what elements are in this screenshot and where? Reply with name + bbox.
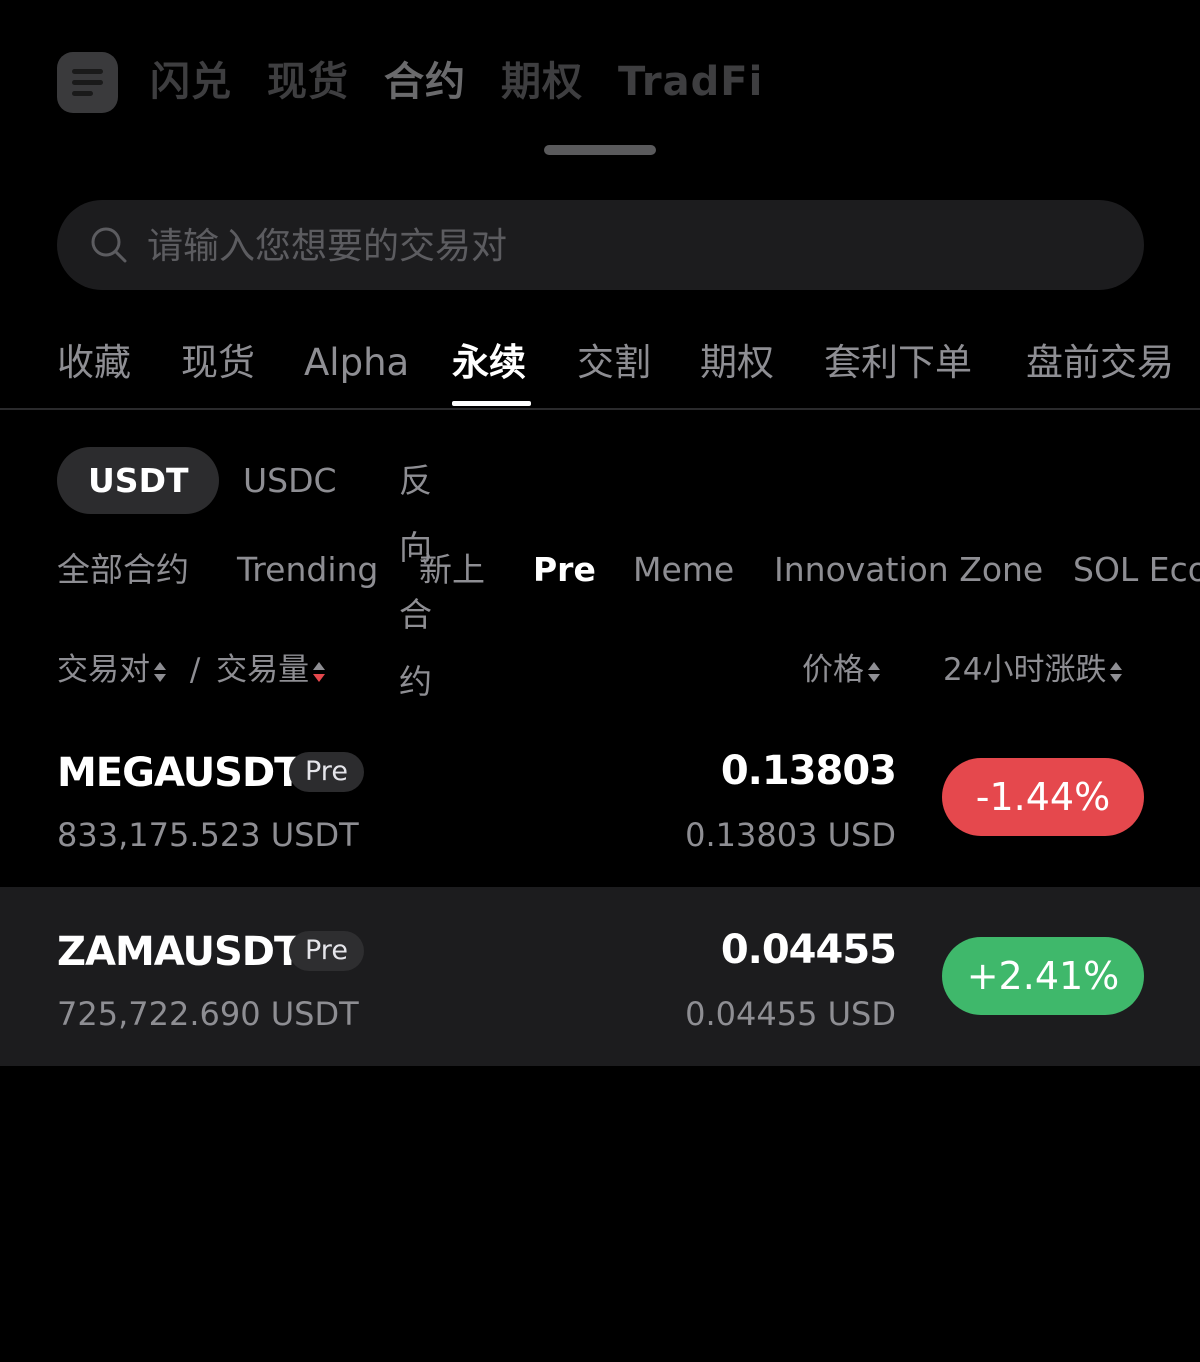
sort-icon[interactable] <box>1110 659 1123 685</box>
row-price-usd: 0.13803 USD <box>685 816 896 854</box>
change-badge[interactable]: +2.41% <box>942 937 1144 1015</box>
top-tab-flash-swap[interactable]: 闪兑 <box>150 58 232 106</box>
sort-icon[interactable] <box>868 659 880 685</box>
row-price-usd: 0.04455 USD <box>685 995 896 1033</box>
top-tab-options[interactable]: 期权 <box>501 58 583 106</box>
filter-meme[interactable]: Meme <box>633 548 734 592</box>
header-pair[interactable]: 交易对 <box>57 652 150 688</box>
tab-alpha[interactable]: Alpha <box>304 336 409 390</box>
divider <box>0 408 1200 410</box>
header-pair-volume: 交易对 / 交易量 <box>57 650 326 690</box>
tab-pre-market[interactable]: 盘前交易 <box>1026 336 1174 390</box>
filter-trending[interactable]: Trending <box>237 548 378 592</box>
filter-innovation-zone[interactable]: Innovation Zone <box>774 548 1043 592</box>
table-row[interactable]: ZAMAUSDT Pre 725,722.690 USDT 0.04455 0.… <box>0 887 1200 1066</box>
segment-usdt[interactable]: USDT <box>57 447 220 514</box>
row-symbol: MEGAUSDT <box>57 750 301 796</box>
header-volume[interactable]: 交易量 <box>216 652 309 688</box>
row-volume: 725,722.690 USDT <box>57 995 359 1033</box>
header-change[interactable]: 24小时涨跌 <box>943 650 1123 690</box>
search-icon <box>91 227 127 263</box>
top-tab-tradfi[interactable]: TradFi <box>618 58 763 106</box>
tab-favorites[interactable]: 收藏 <box>57 336 131 390</box>
drag-handle[interactable] <box>544 145 656 155</box>
header-price[interactable]: 价格 <box>802 650 880 690</box>
header-separator: / <box>189 652 201 688</box>
top-nav-tabs: 闪兑 现货 合约 期权 TradFi <box>150 58 798 106</box>
segment-inverse[interactable]: 反向合约 <box>399 447 432 701</box>
pre-badge: Pre <box>289 752 364 792</box>
change-badge[interactable]: -1.44% <box>942 758 1144 836</box>
row-price: 0.13803 <box>720 748 897 794</box>
tab-arbitrage[interactable]: 套利下单 <box>824 336 972 390</box>
header-change-label: 24小时涨跌 <box>943 652 1107 688</box>
tab-delivery[interactable]: 交割 <box>577 336 651 390</box>
table-row[interactable]: MEGAUSDT Pre 833,175.523 USDT 0.13803 0.… <box>0 708 1200 887</box>
row-symbol: ZAMAUSDT <box>57 929 301 975</box>
sort-desc-icon[interactable] <box>313 659 326 685</box>
search-input[interactable] <box>145 200 1049 292</box>
header-price-label: 价格 <box>802 652 864 688</box>
menu-icon[interactable] <box>57 52 118 113</box>
filter-sol-eco[interactable]: SOL Eco <box>1073 548 1200 592</box>
row-volume: 833,175.523 USDT <box>57 816 359 854</box>
segment-usdc[interactable]: USDC <box>243 447 337 514</box>
tab-perpetual[interactable]: 永续 <box>452 336 526 390</box>
category-tabs: 收藏 现货 Alpha 永续 交割 期权 套利下单 盘前交易 <box>57 336 1200 410</box>
pre-badge: Pre <box>289 931 364 971</box>
top-tab-futures[interactable]: 合约 <box>384 58 466 106</box>
active-tab-indicator <box>452 401 531 406</box>
filter-new[interactable]: 新上 <box>419 548 485 592</box>
sub-filters: 全部合约 Trending 新上 Pre Meme Innovation Zon… <box>0 548 1200 598</box>
filter-pre[interactable]: Pre <box>533 548 596 592</box>
sort-icon[interactable] <box>154 659 166 685</box>
tab-spot[interactable]: 现货 <box>181 336 255 390</box>
top-nav: 闪兑 现货 合约 期权 TradFi <box>0 0 1200 160</box>
row-price: 0.04455 <box>720 927 897 973</box>
tab-options[interactable]: 期权 <box>700 336 774 390</box>
filter-all[interactable]: 全部合约 <box>57 548 189 592</box>
top-tab-spot[interactable]: 现货 <box>267 58 349 106</box>
search-bar[interactable] <box>57 200 1144 292</box>
